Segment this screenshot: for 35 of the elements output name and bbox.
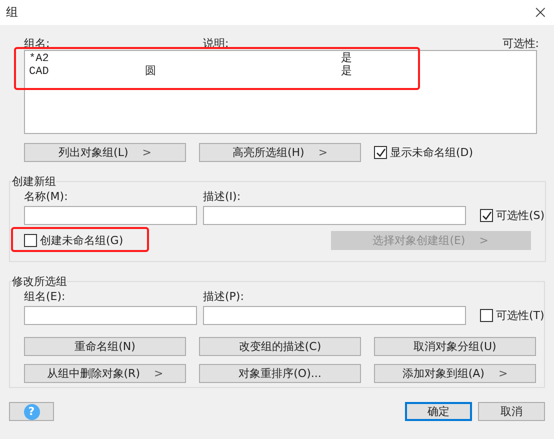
group-action-button[interactable]: 对象重排序(O)... [199, 364, 361, 383]
column-header: 可选性: [502, 36, 539, 50]
checkmark-icon [482, 210, 492, 220]
group-title: 创建新组 [12, 174, 56, 189]
cancel-button[interactable]: 取消 [478, 402, 545, 421]
field-label: 名称(M): [24, 189, 69, 203]
list-button[interactable]: 高亮所选组(H) > [199, 143, 361, 162]
list-cell: 圆 [145, 66, 156, 78]
selectable-checkbox[interactable]: 可选性(S) [480, 208, 545, 223]
description-field[interactable] [203, 206, 466, 225]
group-name-field[interactable] [24, 306, 197, 325]
window-title: 组 [6, 4, 18, 21]
selectable-checkbox[interactable]: 可选性(T) [480, 308, 544, 323]
description-field[interactable] [203, 306, 466, 325]
group-action-button[interactable]: 改变组的描述(C) [199, 337, 361, 356]
list-cell-text: 是 [341, 53, 352, 65]
list-button[interactable]: 列出对象组(L) > [24, 143, 186, 162]
field-label: 描述(I): [203, 189, 241, 203]
show-unnamed-checkbox[interactable]: 显示未命名组(D) [374, 145, 474, 160]
close-button[interactable]: × [528, 2, 552, 22]
checkmark-icon [376, 148, 386, 158]
group-action-button[interactable]: 从组中删除对象(R) > [24, 364, 186, 383]
name-field[interactable] [24, 206, 197, 225]
list-cell-text: *A2 [29, 53, 50, 66]
group-title: 修改所选组 [12, 274, 67, 289]
list-cell: 是 [341, 66, 352, 79]
field-label: 组名(E): [24, 289, 66, 303]
help-icon: ? [24, 404, 40, 420]
list-cell-text: CAD [29, 66, 50, 79]
group-action-button[interactable]: 取消对象分组(U) [374, 337, 536, 356]
create-unnamed-checkbox[interactable]: 创建未命名组(G) [24, 233, 124, 248]
group-action-button[interactable]: 添加对象到组(A) > [374, 364, 536, 383]
field-label: 描述(P): [203, 289, 244, 303]
ok-button[interactable]: 确定 [405, 402, 472, 421]
group-action-button[interactable]: 重命名组(N) [24, 337, 186, 356]
